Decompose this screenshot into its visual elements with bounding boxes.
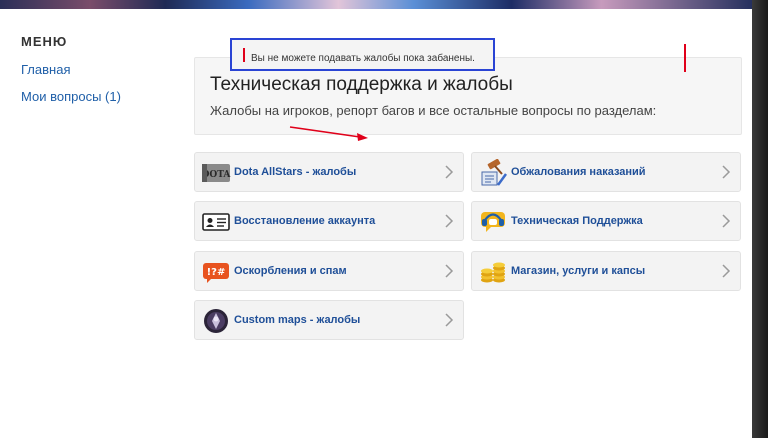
chevron-right-icon [721, 213, 731, 234]
tile-label: Custom maps - жалобы [234, 314, 361, 326]
sidebar-item-home[interactable]: Главная [21, 62, 121, 77]
window-edge [752, 0, 768, 438]
tile-label: Техническая Поддержка [511, 215, 643, 227]
chevron-right-icon [444, 263, 454, 284]
dota-logo-icon: DOTA [201, 159, 231, 187]
gavel-icon [478, 159, 508, 187]
category-shop-services[interactable]: Магазин, услуги и капсы [471, 251, 741, 291]
headset-icon [478, 208, 508, 236]
tile-label: Оскорбления и спам [234, 265, 347, 277]
category-custom-maps[interactable]: Custom maps - жалобы [194, 300, 464, 340]
sidebar-menu: МЕНЮ Главная Мои вопросы (1) [21, 34, 121, 104]
sidebar-item-my-questions[interactable]: Мои вопросы (1) [21, 89, 121, 104]
tile-label: Обжалования наказаний [511, 166, 646, 178]
category-tech-support[interactable]: Техническая Поддержка [471, 201, 741, 241]
chevron-right-icon [444, 312, 454, 333]
top-banner-image [0, 0, 752, 9]
tile-label: Dota AllStars - жалобы [234, 166, 357, 178]
page: МЕНЮ Главная Мои вопросы (1) Техническая… [0, 0, 752, 438]
category-appeals[interactable]: Обжалования наказаний [471, 152, 741, 192]
tile-label: Восстановление аккаунта [234, 215, 376, 227]
svg-text:!?#: !?# [207, 267, 226, 278]
page-subtitle: Жалобы на игроков, репорт багов и все ос… [210, 103, 657, 118]
chevron-right-icon [721, 164, 731, 185]
category-dota-complaints[interactable]: DOTA Dota AllStars - жалобы [194, 152, 464, 192]
coins-icon [478, 258, 508, 286]
page-title: Техническая поддержка и жалобы [210, 74, 513, 95]
tile-label: Магазин, услуги и капсы [511, 265, 646, 277]
id-card-icon [201, 208, 231, 236]
red-annotation-mark [684, 44, 686, 72]
red-arrow-annotation [289, 126, 368, 141]
chevron-right-icon [444, 213, 454, 234]
menu-title: МЕНЮ [21, 34, 68, 49]
ban-notice: Вы не можете подавать жалобы пока забане… [230, 38, 495, 71]
notice-marker [243, 48, 245, 62]
swear-icon: !?# [201, 258, 231, 286]
notice-text: Вы не можете подавать жалобы пока забане… [251, 53, 475, 64]
category-insults-spam[interactable]: !?# Оскорбления и спам [194, 251, 464, 291]
category-account-recovery[interactable]: Восстановление аккаунта [194, 201, 464, 241]
chevron-right-icon [444, 164, 454, 185]
custom-maps-icon [201, 307, 231, 335]
chevron-right-icon [721, 263, 731, 284]
